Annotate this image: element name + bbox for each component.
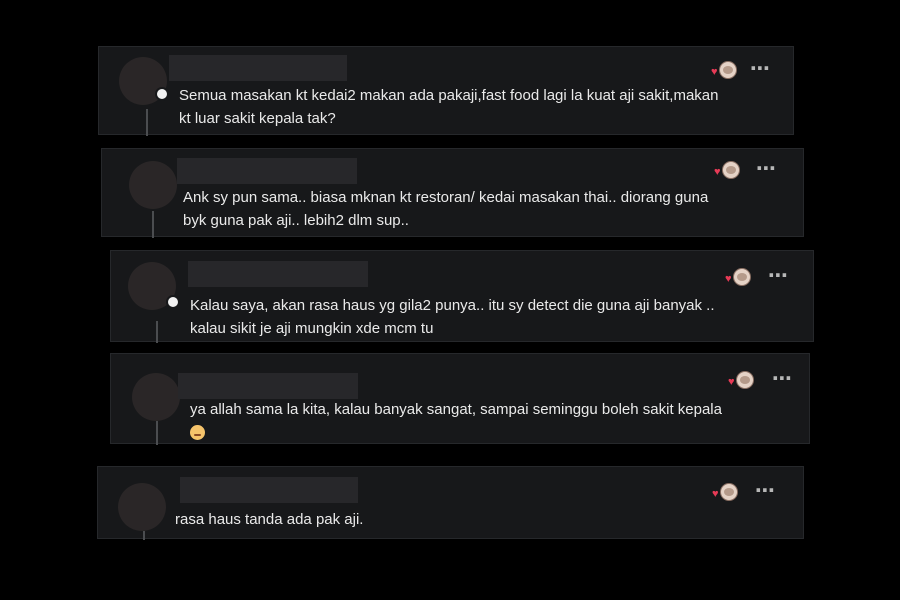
thread-line: [156, 321, 158, 343]
avatar[interactable]: [118, 483, 166, 531]
reaction-icon[interactable]: ♥: [714, 161, 740, 179]
reactor-avatar: [736, 371, 754, 389]
comment-text-content: ya allah sama la kita, kalau banyak sang…: [190, 401, 722, 418]
reactor-avatar: [720, 483, 738, 501]
comment-text: Kalau saya, akan rasa haus yg gila2 puny…: [190, 297, 715, 337]
thread-line: [143, 531, 145, 540]
redacted-username: [169, 55, 347, 81]
more-options-icon[interactable]: ⋯: [750, 59, 771, 79]
more-options-icon[interactable]: ⋯: [755, 481, 776, 501]
avatar-badge: [166, 295, 180, 309]
more-options-icon[interactable]: ⋯: [768, 266, 789, 286]
heart-icon: ♥: [725, 273, 732, 285]
avatar[interactable]: [132, 373, 180, 421]
heart-icon: ♥: [728, 376, 735, 388]
more-options-icon[interactable]: ⋯: [756, 159, 777, 179]
comment-text: Semua masakan kt kedai2 makan ada pakaji…: [179, 87, 719, 127]
heart-icon: ♥: [711, 66, 718, 78]
comment-text: Ank sy pun sama.. biasa mknan kt restora…: [183, 189, 709, 229]
comment-card: Semua masakan kt kedai2 makan ada pakaji…: [98, 46, 794, 136]
reactor-avatar: [719, 61, 737, 79]
reactor-avatar: [733, 268, 751, 286]
thread-line: [156, 421, 158, 445]
comment-card: ya allah sama la kita, kalau banyak sang…: [110, 353, 810, 445]
reactor-avatar: [722, 161, 740, 179]
reaction-icon[interactable]: ♥: [728, 371, 754, 389]
reaction-icon[interactable]: ♥: [725, 268, 751, 286]
comment-card: Ank sy pun sama.. biasa mknan kt restora…: [101, 148, 804, 238]
redacted-username: [178, 373, 358, 399]
redacted-username: [188, 261, 368, 287]
reaction-icon[interactable]: ♥: [711, 61, 737, 79]
worried-face-emoji: [190, 425, 205, 440]
comment-card: Kalau saya, akan rasa haus yg gila2 puny…: [110, 250, 814, 343]
more-options-icon[interactable]: ⋯: [772, 369, 793, 389]
heart-icon: ♥: [712, 488, 719, 500]
comment-text: ya allah sama la kita, kalau banyak sang…: [190, 398, 722, 445]
avatar[interactable]: [129, 161, 177, 209]
thread-line: [146, 109, 148, 136]
reaction-icon[interactable]: ♥: [712, 483, 738, 501]
redacted-username: [180, 477, 358, 503]
comment-text: rasa haus tanda ada pak aji.: [175, 511, 364, 528]
avatar-badge: [155, 87, 169, 101]
redacted-username: [177, 158, 357, 184]
comment-card: rasa haus tanda ada pak aji. ♥ ⋯: [97, 466, 804, 540]
thread-line: [152, 211, 154, 238]
heart-icon: ♥: [714, 166, 721, 178]
